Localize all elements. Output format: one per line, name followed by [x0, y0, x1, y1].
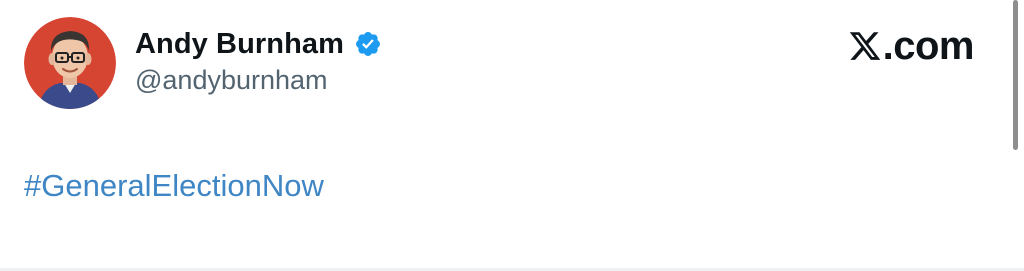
author-display-name[interactable]: Andy Burnham [135, 28, 344, 61]
brand-watermark: .com [848, 24, 975, 68]
post-hashtag-link[interactable]: #GeneralElectionNow [24, 168, 324, 204]
x-logo-icon [849, 32, 880, 60]
author-avatar[interactable] [24, 17, 116, 109]
brand-domain-text: .com [882, 24, 975, 68]
vertical-scrollbar[interactable] [1013, 0, 1018, 150]
verified-badge-icon [356, 32, 381, 56]
author-handle[interactable]: @andyburnham [135, 65, 328, 96]
author-name-row: Andy Burnham [135, 26, 382, 62]
avatar-illustration [24, 17, 116, 109]
